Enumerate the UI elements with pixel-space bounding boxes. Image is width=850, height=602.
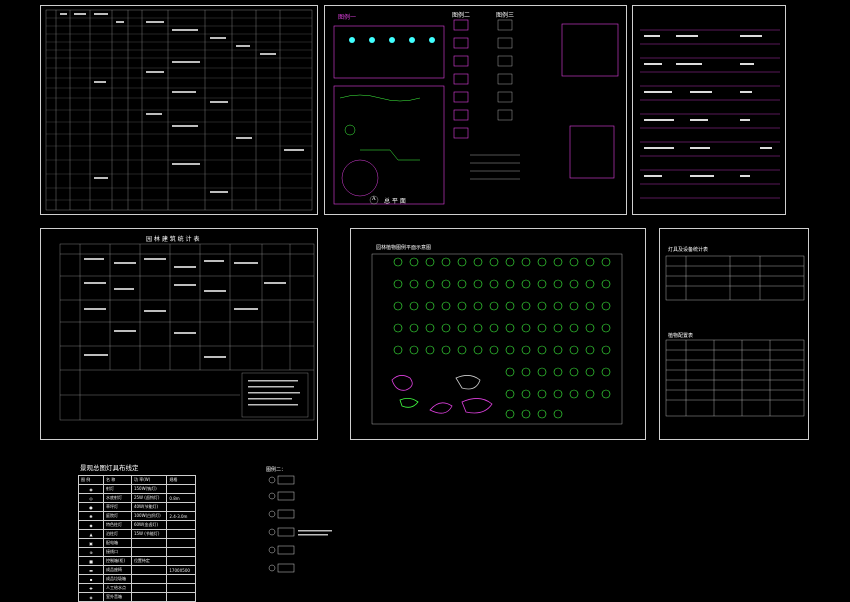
row-spec: [166, 592, 196, 602]
row-power: [130, 574, 168, 584]
legend-three-header: 图例三: [496, 12, 515, 19]
row-name: 接线口: [103, 547, 132, 557]
row-name: 泊柱灯: [103, 529, 132, 539]
row-power: [130, 592, 168, 602]
row-spec: [166, 538, 196, 548]
table-header-row: 图 例 名 称 功 率(W) 规格: [78, 475, 196, 485]
row-power: [130, 565, 168, 575]
row-name: 人工给水点: [103, 583, 132, 593]
row-power: 100W(白炽灯): [130, 511, 168, 521]
trash-bin-icon: ▪: [78, 574, 104, 584]
row-power: [130, 547, 168, 557]
underwater-light-icon: ◎: [78, 493, 104, 503]
row-power: 60W(金卤灯): [130, 520, 168, 530]
row-power: 位置待定: [130, 556, 168, 566]
row-power: [130, 538, 168, 548]
row-name: 配电箱: [103, 538, 132, 548]
water-point-icon: ✚: [78, 583, 104, 593]
row-spec: [166, 502, 196, 512]
plant-sheet-title: 园林植物图例平面示意图: [376, 245, 432, 251]
row-spec: [166, 556, 196, 566]
header-spec: 规格: [166, 475, 196, 485]
row-spec: 1700X500: [166, 565, 196, 575]
row-spec: [166, 484, 196, 494]
table-row: ✺ 庭院灯 100W(白炽灯) 2.4-3.0m: [78, 511, 196, 521]
row-spec: 0.8m: [166, 493, 196, 503]
table-row: ▪ 成品垃圾箱: [78, 574, 196, 584]
junction-icon: ⊕: [78, 547, 104, 557]
legend-one-title: 图例一: [338, 14, 357, 21]
table-row: ◉ 射灯 150W(钠灯): [78, 484, 196, 494]
table-row: ● 草坪灯 40W(节能灯): [78, 502, 196, 512]
bench-icon: ▬: [78, 565, 104, 575]
row-spec: [166, 547, 196, 557]
row-power: 40W(节能灯): [130, 502, 168, 512]
table-row: ◆ 特色柱灯 60W(金卤灯): [78, 520, 196, 530]
row-spec: [166, 520, 196, 530]
header-power: 功 率(W): [130, 475, 168, 485]
table-row: ✚ 人工给水点: [78, 583, 196, 593]
row-power: [130, 583, 168, 593]
garden-light-icon: ✺: [78, 511, 104, 521]
row-name: 射灯: [103, 484, 132, 494]
legend-two-header: 图例二: [452, 12, 471, 19]
row-name: 草坪灯: [103, 502, 132, 512]
row-spec: [166, 583, 196, 593]
table-row: ■ 控制箱(柜) 位置待定: [78, 556, 196, 566]
table-row: ⊕ 接线口: [78, 547, 196, 557]
row-name: 庭院灯: [103, 511, 132, 521]
table-row: ◈ 室外音箱: [78, 592, 196, 602]
lighting-table-title: 灯具及设备统计表: [668, 247, 709, 253]
lighting-legend: 景观总图灯具布线定 图 例 名 称 功 率(W) 规格 ◉ 射灯 150W(钠灯) …: [78, 462, 248, 602]
table-row: ◎ 水底射灯 25W (卤钨灯) 0.8m: [78, 493, 196, 503]
distribution-box-icon: ▣: [78, 538, 104, 548]
row-name: 水底射灯: [103, 493, 132, 503]
row-power: 150W(钠灯): [130, 484, 168, 494]
legend-two-title: 图例二：: [266, 467, 287, 473]
row-spec: [166, 529, 196, 539]
row-spec: [166, 574, 196, 584]
row-name: 室外音箱: [103, 592, 132, 602]
header-symbol: 图 例: [78, 475, 104, 485]
bollard-light-icon: ▲: [78, 529, 104, 539]
row-name: 特色柱灯: [103, 520, 132, 530]
lighting-legend-title: 景观总图灯具布线定: [80, 464, 139, 472]
feature-column-light-icon: ◆: [78, 520, 104, 530]
lighting-legend-table: 图 例 名 称 功 率(W) 规格 ◉ 射灯 150W(钠灯) ◎ 水底射灯 25W (…: [78, 475, 196, 602]
row-power: 15W (节能灯): [130, 529, 168, 539]
header-name: 名 称: [103, 475, 132, 485]
site-plan-label: 总 平 面: [384, 198, 406, 205]
row-power: 25W (卤钨灯): [130, 493, 168, 503]
plant-list-title: 植物配置表: [668, 333, 694, 339]
control-cabinet-icon: ■: [78, 556, 104, 566]
facility-table-title: 园 林 建 筑 统 计 表: [146, 236, 200, 243]
table-row: ▲ 泊柱灯 15W (节能灯): [78, 529, 196, 539]
speaker-icon: ◈: [78, 592, 104, 602]
row-name: 成品座椅: [103, 565, 132, 575]
table-row: ▬ 成品座椅 1700X500: [78, 565, 196, 575]
row-spec: 2.4-3.0m: [166, 511, 196, 521]
spotlight-symbol-icon: ◉: [78, 484, 104, 494]
lawn-light-icon: ●: [78, 502, 104, 512]
row-name: 成品垃圾箱: [103, 574, 132, 584]
row-name: 控制箱(柜): [103, 556, 132, 566]
site-plan-badge: A: [372, 196, 376, 202]
table-row: ▣ 配电箱: [78, 538, 196, 548]
